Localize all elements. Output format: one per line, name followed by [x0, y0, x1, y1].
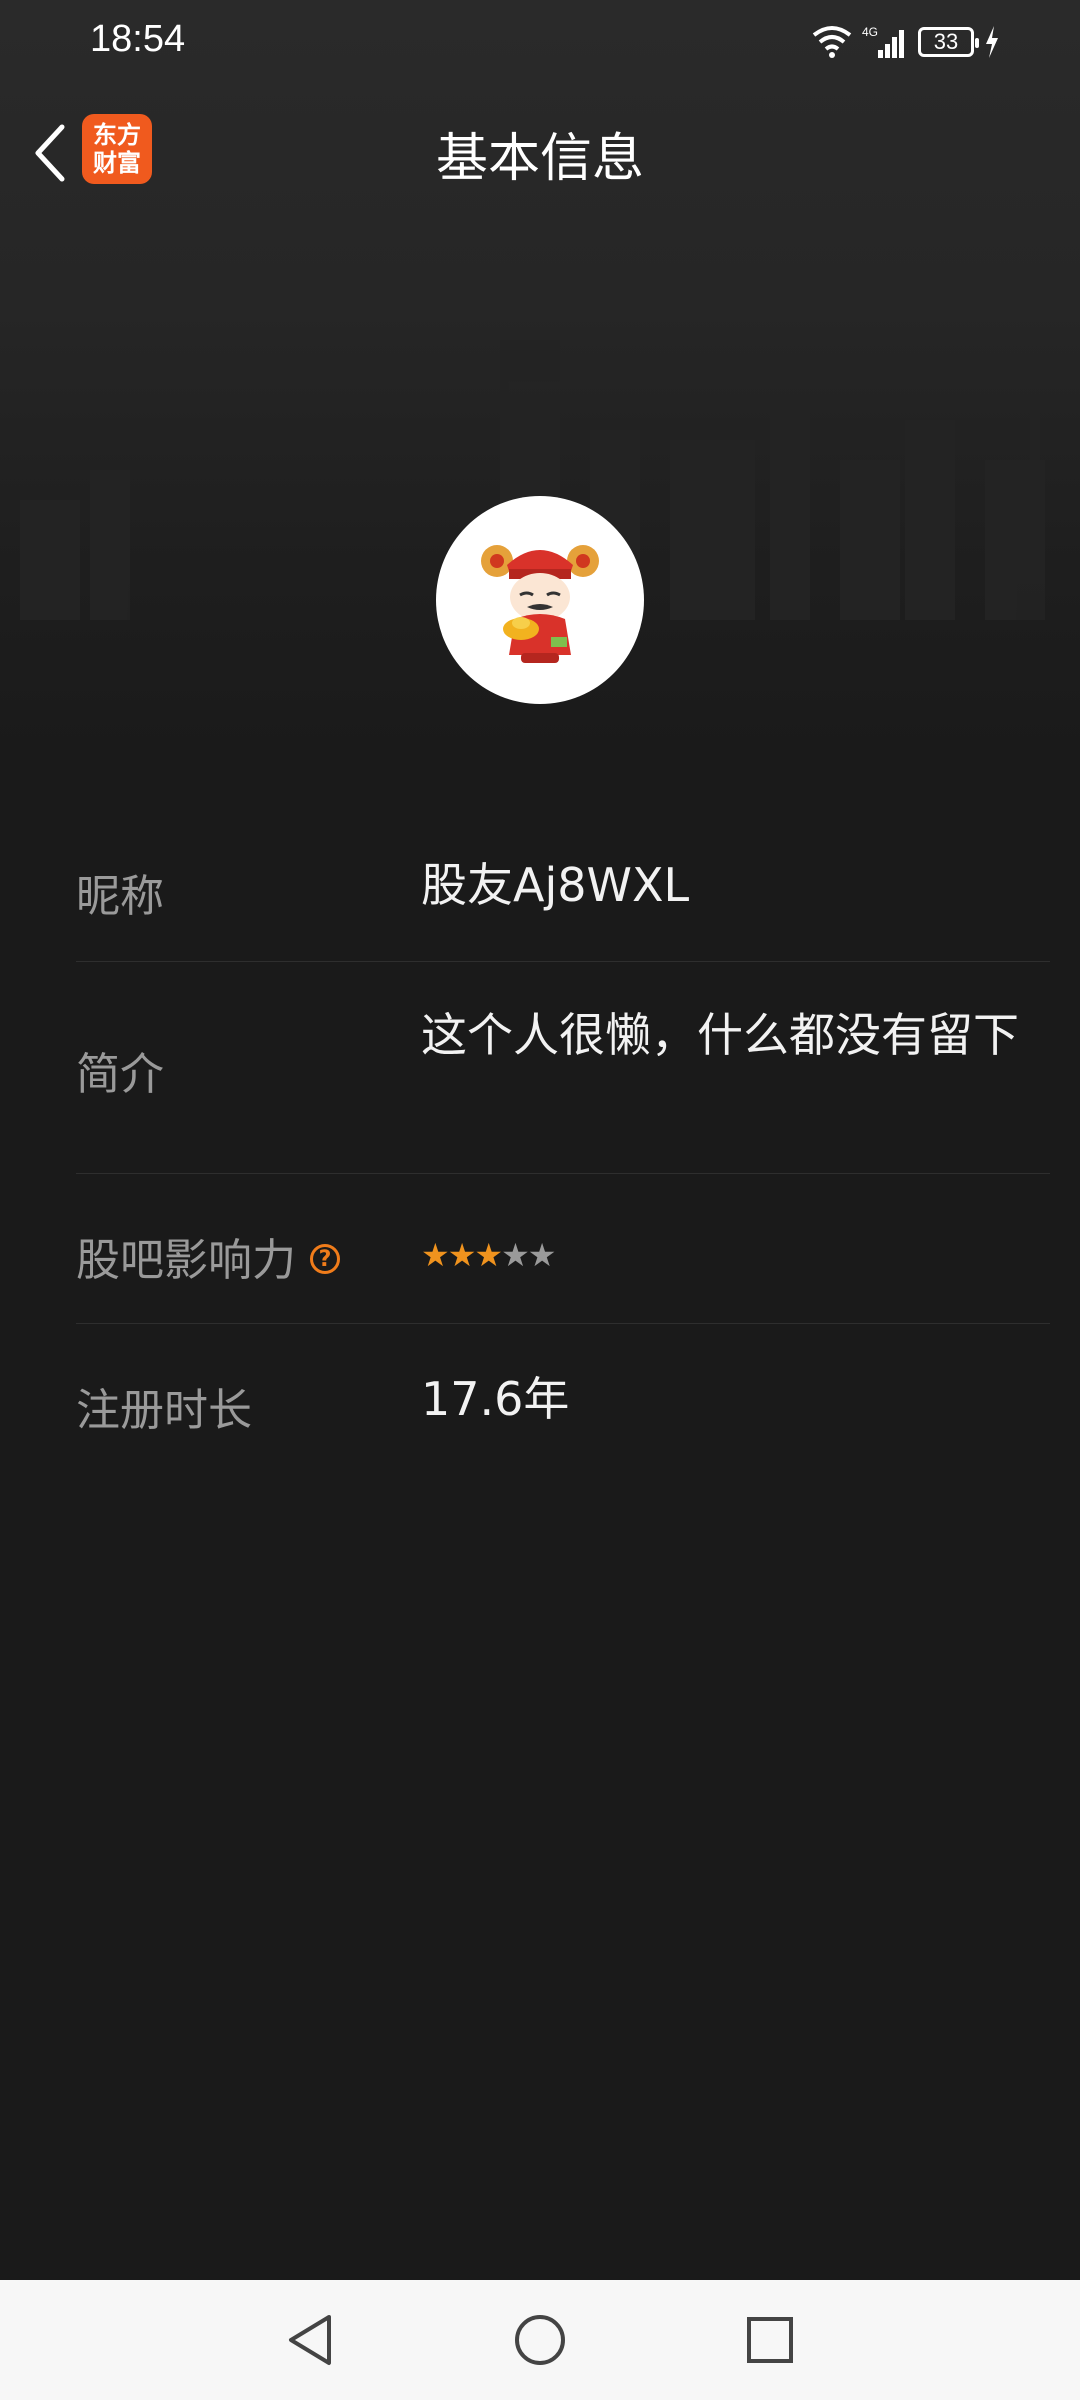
avatar[interactable] [436, 496, 644, 704]
cellular-signal-icon: 4G [862, 25, 904, 58]
status-bar: 18:54 4G 33 [0, 0, 1080, 80]
influence-label: 股吧影响力 [76, 1235, 296, 1286]
influence-rating: ★★★★★ [421, 1224, 1021, 1286]
system-navigation-bar [0, 2280, 1080, 2400]
circle-home-icon [515, 2315, 565, 2365]
nav-home-button[interactable] [510, 2310, 570, 2370]
star-filled-icon: ★ [447, 1236, 477, 1274]
profile-info-list: 昵称 股友Aj8WXL 简介 这个人很懒，什么都没有留下 股吧影响力? ★★★★… [76, 810, 1050, 1474]
registration-value: 17.6年 [421, 1372, 570, 1426]
top-nav-bar: 东方 财富 基本信息 [0, 80, 1080, 220]
influence-label-group: 股吧影响力? [76, 1224, 340, 1288]
wifi-icon [812, 26, 852, 58]
triangle-back-icon [289, 2315, 331, 2365]
nickname-label: 昵称 [76, 871, 164, 922]
bio-row[interactable]: 简介 这个人很懒，什么都没有留下 [76, 962, 1050, 1174]
question-circle-icon[interactable]: ? [310, 1244, 340, 1274]
star-filled-icon: ★ [421, 1236, 450, 1274]
status-time: 18:54 [90, 18, 186, 60]
battery-indicator: 33 [918, 27, 979, 57]
star-filled-icon: ★ [474, 1236, 503, 1274]
nav-recents-button[interactable] [740, 2310, 800, 2370]
charging-icon [986, 26, 998, 58]
battery-level: 33 [933, 29, 959, 54]
nav-back-button[interactable] [280, 2310, 340, 2370]
nickname-value: 股友Aj8WXL [421, 858, 690, 912]
status-icons: 4G 33 [812, 22, 1000, 62]
registration-label: 注册时长 [76, 1385, 252, 1436]
influence-row: 股吧影响力? ★★★★★ [76, 1174, 1050, 1324]
page-title: 基本信息 [435, 129, 644, 189]
bio-label: 简介 [76, 1049, 164, 1100]
square-recents-icon [747, 2317, 793, 2363]
bio-value: 这个人很懒，什么都没有留下 [421, 1008, 1019, 1062]
nickname-row[interactable]: 昵称 股友Aj8WXL [76, 810, 1050, 962]
star-empty-icon: ★ [527, 1236, 557, 1274]
network-type-label: 4G [862, 25, 878, 39]
registration-row: 注册时长 17.6年 [76, 1324, 1050, 1474]
star-empty-icon: ★ [501, 1236, 530, 1274]
avatar-image [481, 545, 599, 663]
